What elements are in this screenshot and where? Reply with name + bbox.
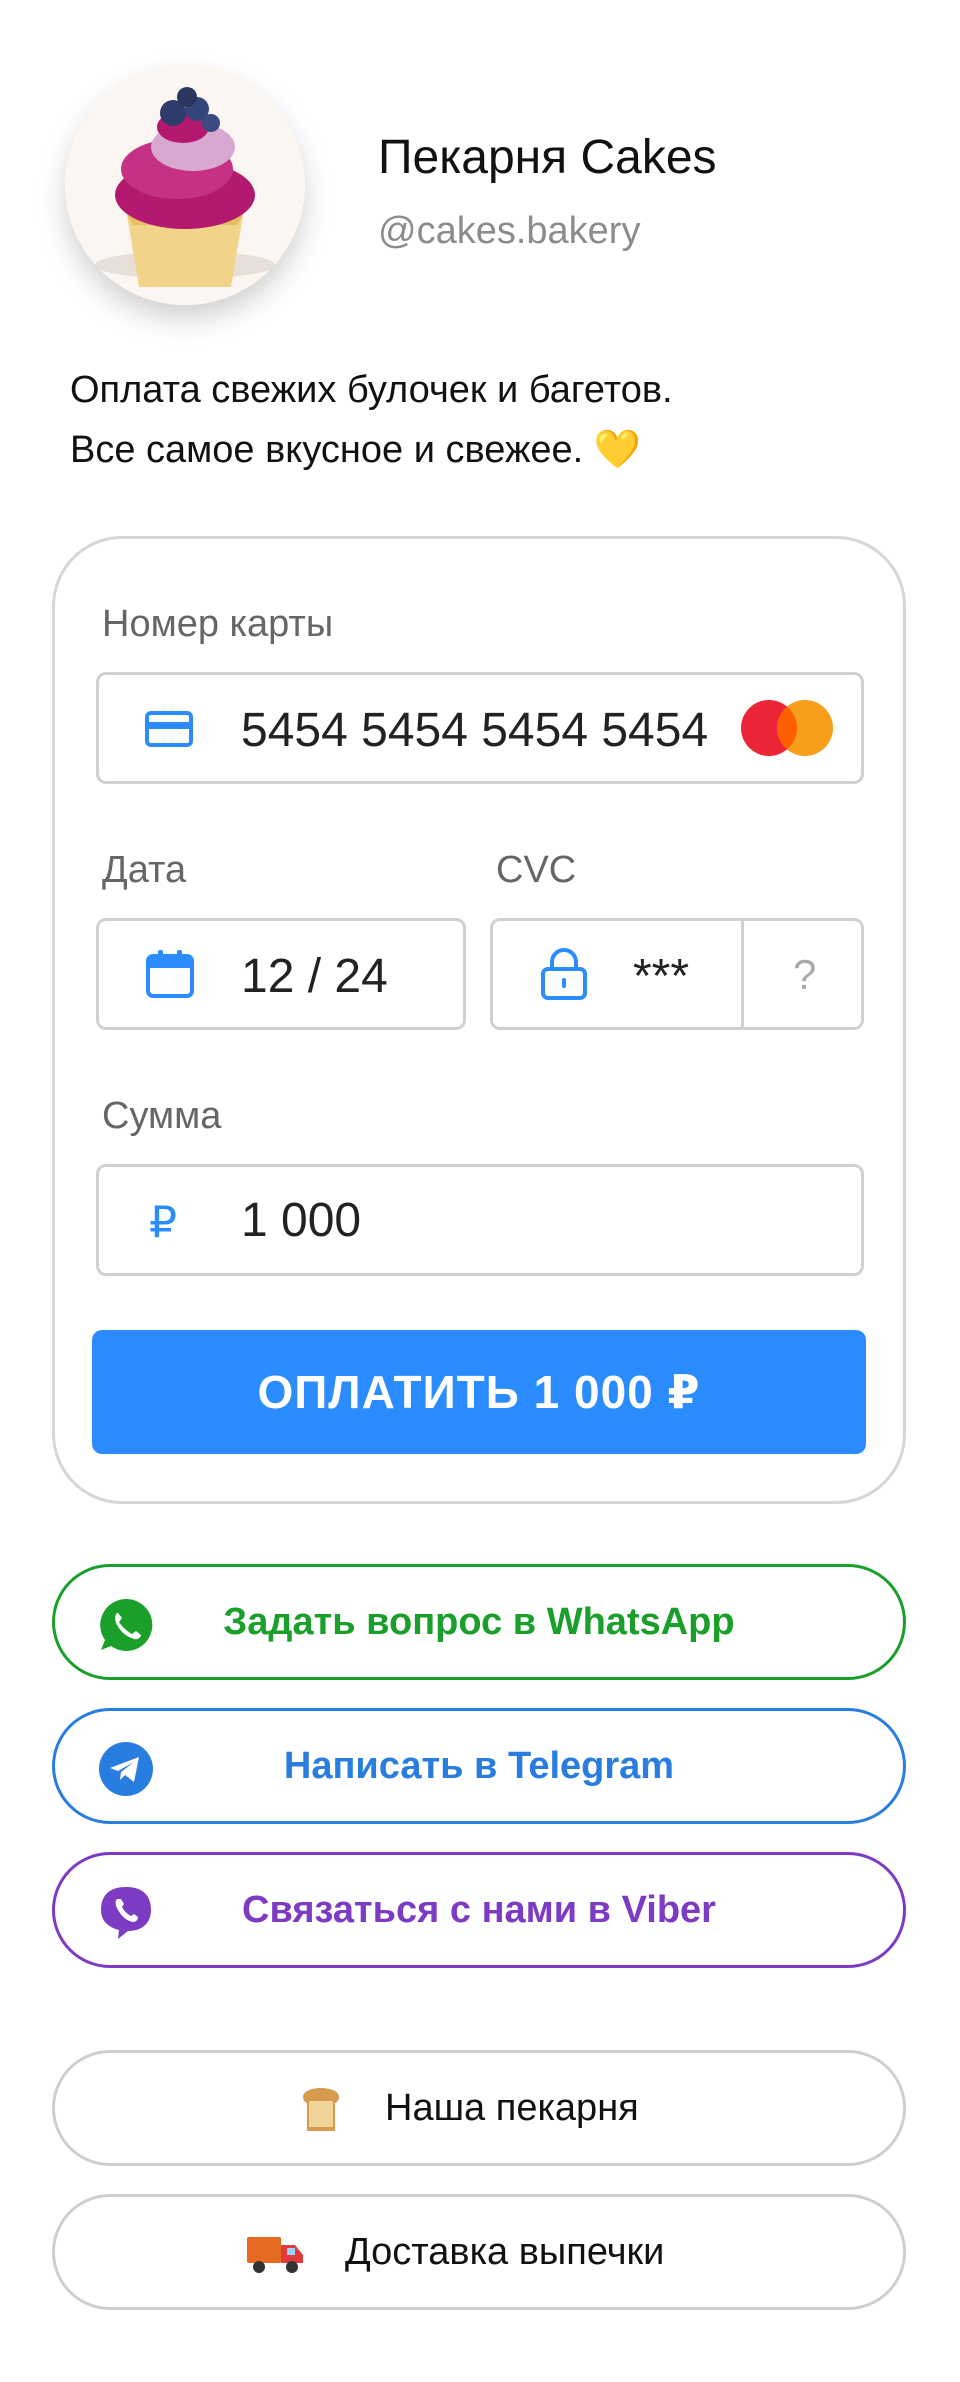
our-bakery-label: Наша пекарня: [385, 2087, 639, 2129]
bread-icon: [291, 2077, 351, 2137]
amount-value: 1 000: [241, 1194, 362, 1247]
amount-field[interactable]: ₽ 1 000: [96, 1164, 864, 1276]
delivery-truck-icon: [245, 2221, 305, 2281]
cvc-field[interactable]: *** ?: [490, 918, 864, 1030]
whatsapp-button[interactable]: Задать вопрос в WhatsApp: [52, 1564, 906, 1680]
date-label: Дата: [102, 849, 187, 891]
telegram-label: Написать в Telegram: [283, 1744, 675, 1787]
expiry-date-value: 12 / 24: [241, 950, 388, 1003]
viber-button[interactable]: Связаться с нами в Viber: [52, 1852, 906, 1968]
ruble-icon: ₽: [149, 1198, 177, 1247]
card-number-field[interactable]: 5454 5454 5454 5454: [96, 672, 864, 784]
profile-handle: @cakes.bakery: [378, 210, 641, 252]
cvc-value: ***: [633, 950, 690, 1003]
card-number-value: 5454 5454 5454 5454: [241, 704, 709, 757]
description-line: Оплата свежих булочек и багетов.: [70, 369, 673, 411]
expiry-date-field[interactable]: 12 / 24: [96, 918, 466, 1030]
whatsapp-label: Задать вопрос в WhatsApp: [223, 1600, 735, 1643]
cvc-label: CVC: [496, 849, 577, 891]
profile-name: Пекарня Cakes: [378, 131, 717, 184]
credit-card-icon: [145, 711, 193, 752]
lock-icon: [539, 946, 589, 1005]
pay-button[interactable]: ОПЛАТИТЬ 1 000 ₽: [92, 1330, 866, 1454]
viber-label: Связаться с нами в Viber: [242, 1888, 716, 1931]
delivery-button[interactable]: Доставка выпечки: [52, 2194, 906, 2310]
amount-label: Сумма: [102, 1095, 222, 1137]
cupcake-image: [65, 65, 305, 305]
profile-description: Оплата свежих булочек и багетов. Все сам…: [70, 360, 890, 480]
cvc-divider: [741, 921, 744, 1027]
description-line: Все самое вкусное и свежее. 💛: [70, 429, 642, 471]
avatar: [65, 65, 305, 305]
telegram-icon: [97, 1740, 155, 1798]
card-number-label: Номер карты: [102, 603, 334, 645]
viber-icon: [97, 1884, 155, 1942]
cvc-help-button[interactable]: ?: [793, 951, 816, 999]
whatsapp-icon: [97, 1596, 155, 1654]
mastercard-icon: [739, 698, 839, 763]
our-bakery-button[interactable]: Наша пекарня: [52, 2050, 906, 2166]
delivery-label: Доставка выпечки: [345, 2231, 665, 2273]
telegram-button[interactable]: Написать в Telegram: [52, 1708, 906, 1824]
calendar-icon: [145, 949, 195, 1004]
